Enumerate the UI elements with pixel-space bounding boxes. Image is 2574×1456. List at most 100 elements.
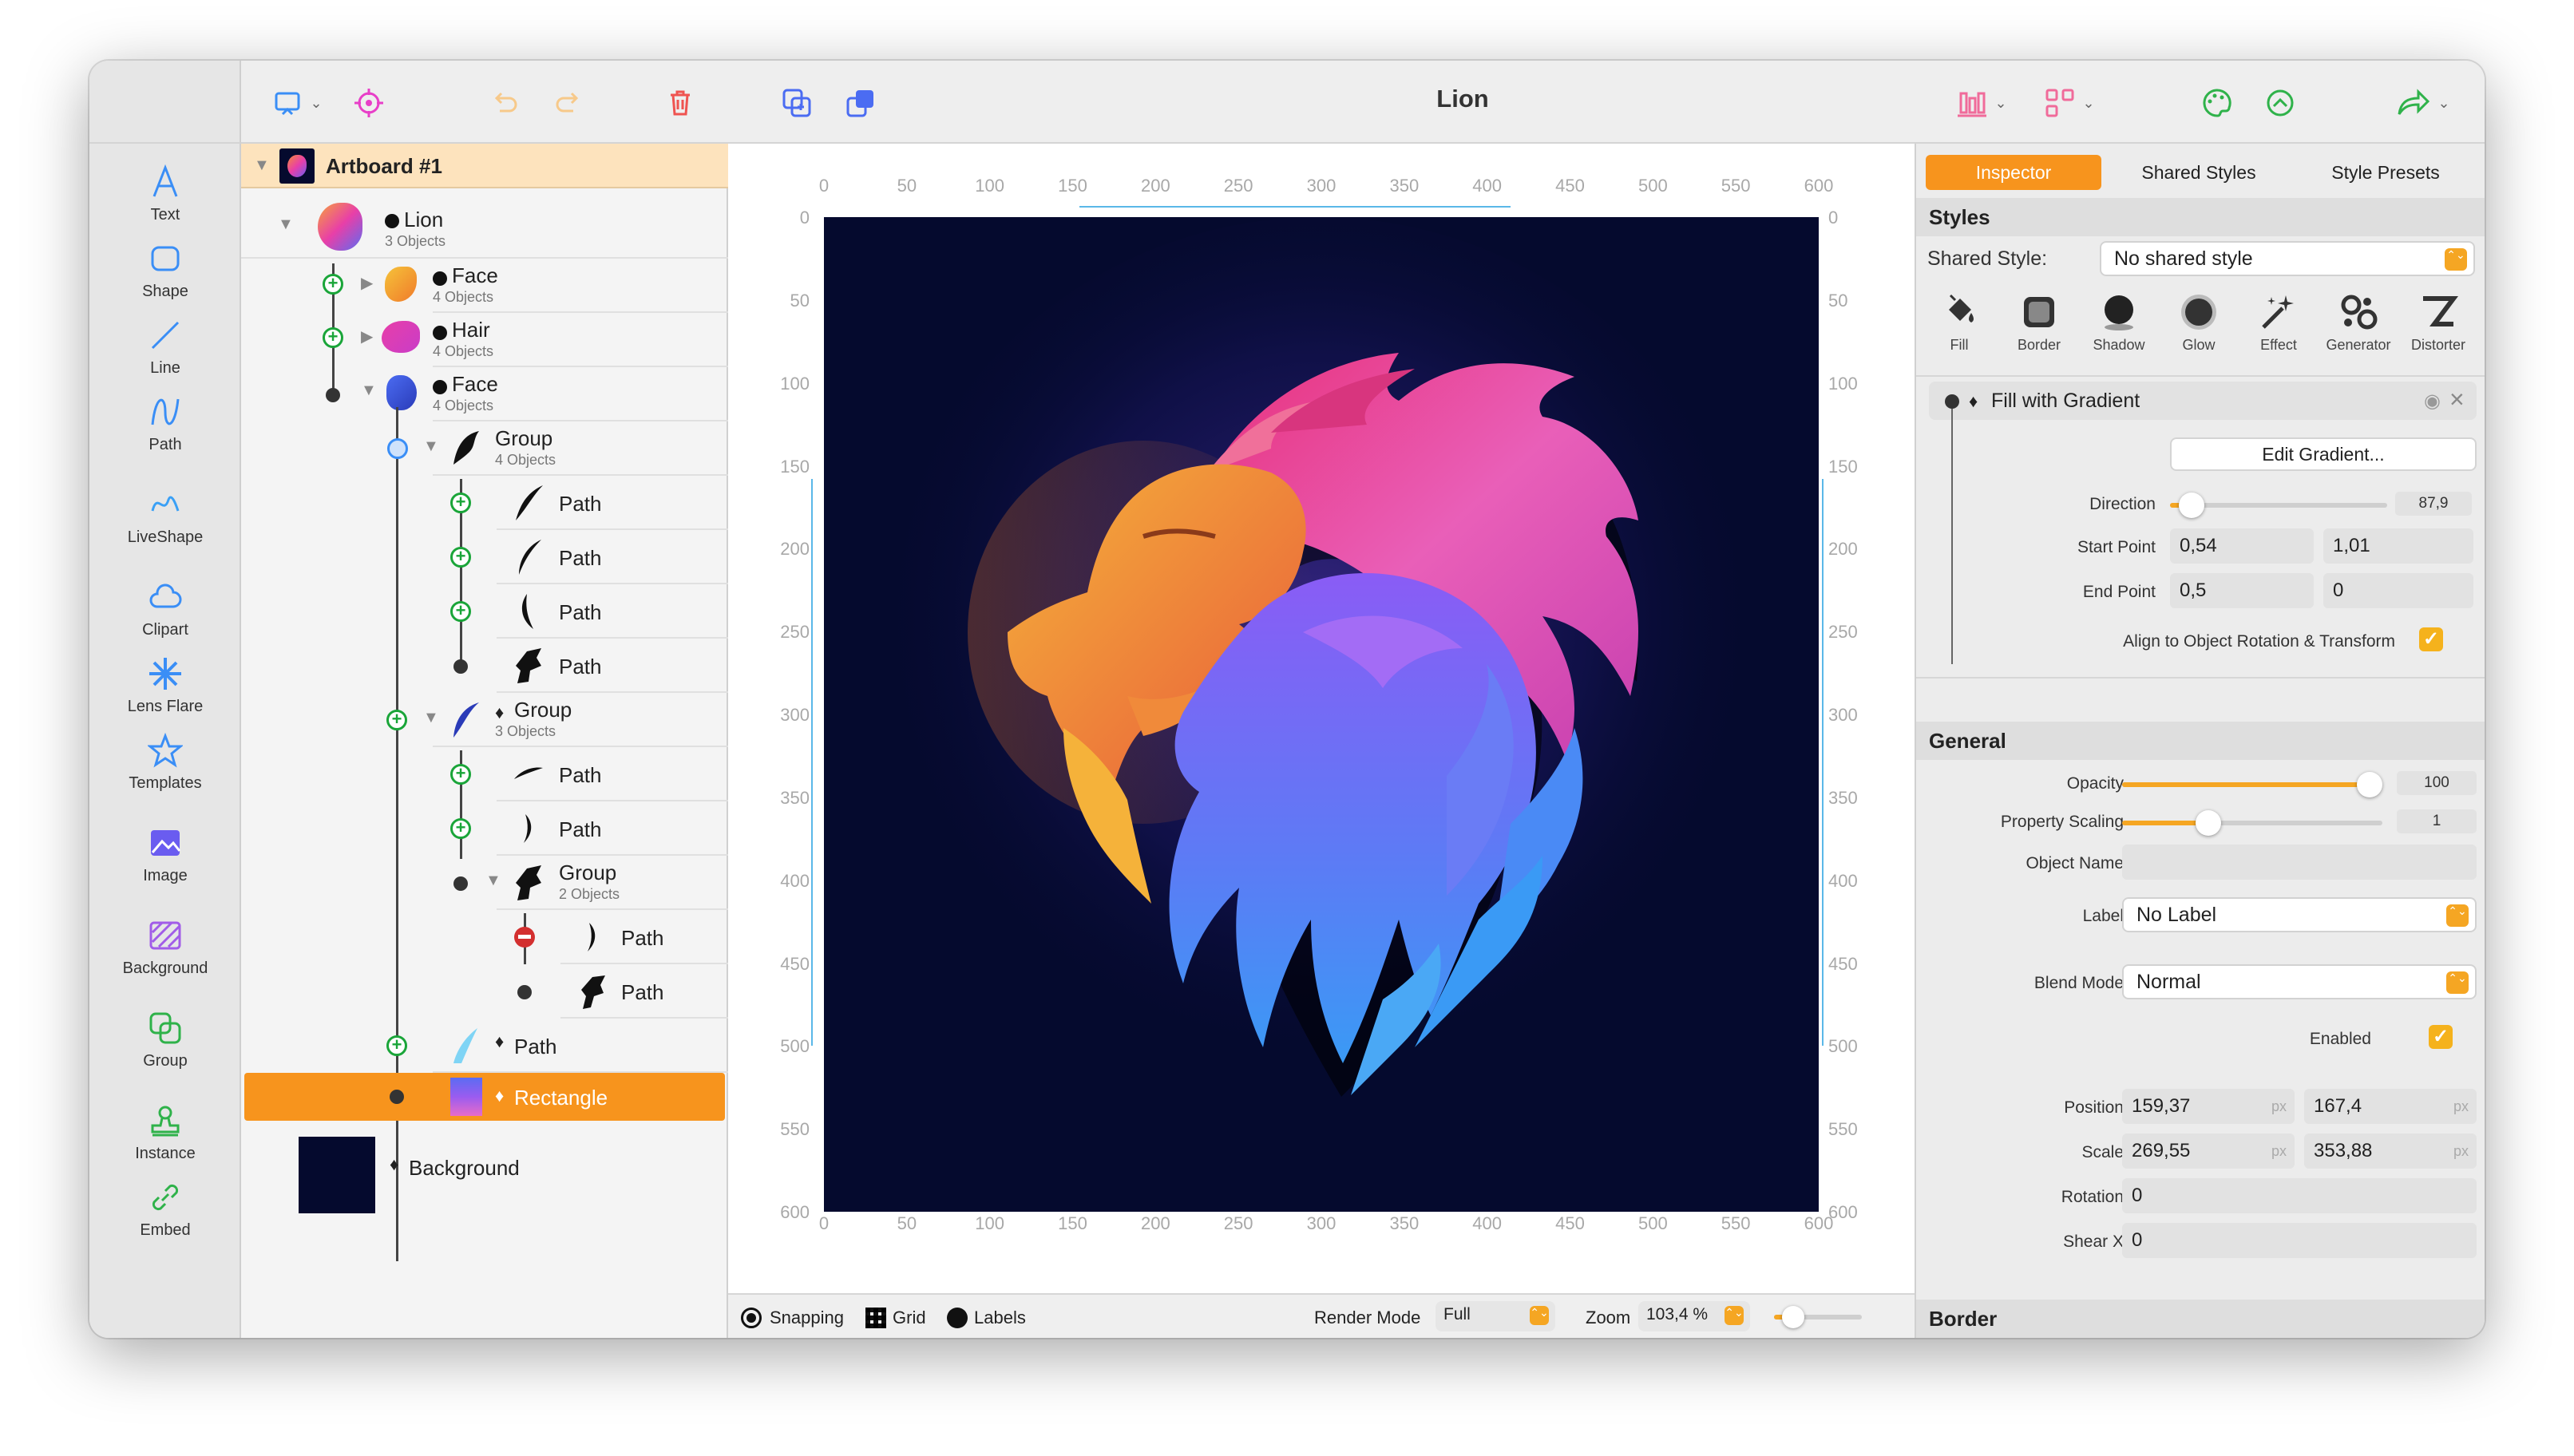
style-generator-button[interactable]: Generator <box>2319 292 2398 354</box>
opacity-slider[interactable] <box>2122 772 2382 797</box>
artboard[interactable] <box>824 217 1819 1212</box>
tool-lens-flare[interactable]: Lens Flare <box>89 651 241 716</box>
fill-enabled-dot[interactable] <box>1945 394 1959 409</box>
label-select[interactable]: No Label ⌃⌄ <box>2122 897 2477 932</box>
disclosure-triangle[interactable]: ▶ <box>361 273 373 293</box>
scaling-knob[interactable] <box>2195 810 2221 836</box>
undo-button[interactable] <box>481 83 529 123</box>
position-y-field[interactable]: 167,4 px <box>2304 1089 2477 1124</box>
color-tools-button[interactable] <box>2256 83 2304 123</box>
tool-path[interactable]: Path <box>89 390 241 454</box>
disclosure-triangle[interactable]: ▼ <box>423 709 439 727</box>
add-icon[interactable]: + <box>450 601 471 622</box>
redo-button[interactable] <box>544 83 592 123</box>
artboard-row[interactable]: ▼ Artboard #1 <box>241 144 728 188</box>
shared-style-select[interactable]: No shared style ⌃⌄ <box>2100 241 2475 276</box>
canvas-area[interactable]: 0 50 100 150 200 250 300 350 400 450 500 550 600 0 50… <box>728 144 1915 1293</box>
tab-shared-styles[interactable]: Shared Styles <box>2111 155 2287 190</box>
rotation-field[interactable]: 0 <box>2122 1178 2477 1213</box>
disclosure-triangle[interactable]: ▼ <box>423 437 439 456</box>
property-scaling-slider[interactable] <box>2122 810 2382 836</box>
end-point-y-field[interactable]: 0 <box>2323 573 2473 608</box>
zoom-select[interactable]: 103,4 % ⌃⌄ <box>1638 1301 1750 1331</box>
scale-y-field[interactable]: 353,88 px <box>2304 1134 2477 1169</box>
target-button[interactable] <box>345 83 393 123</box>
shear-x-field[interactable]: 0 <box>2122 1223 2477 1258</box>
add-icon[interactable]: + <box>450 764 471 785</box>
disclosure-triangle[interactable]: ▼ <box>278 216 294 234</box>
share-button[interactable]: ⌄ <box>2387 83 2459 123</box>
add-icon[interactable]: + <box>450 547 471 568</box>
disclosure-triangle[interactable]: ▼ <box>254 156 270 175</box>
lion-illustration[interactable] <box>824 217 1819 1212</box>
arrange-button[interactable] <box>837 83 885 123</box>
ruler-tick-label: 400 <box>780 870 810 891</box>
tab-style-presets[interactable]: Style Presets <box>2298 155 2473 190</box>
property-scaling-value[interactable]: 1 <box>2397 809 2477 833</box>
style-distorter-button[interactable]: Distorter <box>2398 292 2478 354</box>
style-border-button[interactable]: Border <box>1999 292 2079 354</box>
grid-label[interactable]: Grid <box>893 1308 926 1328</box>
opacity-value[interactable]: 100 <box>2397 771 2477 795</box>
object-name-field[interactable] <box>2122 845 2477 880</box>
layer-row-selected[interactable] <box>244 1073 725 1121</box>
style-shadow-button[interactable]: Shadow <box>2079 292 2159 354</box>
delete-button[interactable] <box>656 83 704 123</box>
tool-templates[interactable]: Templates <box>89 728 241 793</box>
add-icon[interactable]: + <box>323 274 343 295</box>
tool-line[interactable]: Line <box>89 313 241 378</box>
opacity-knob[interactable] <box>2357 772 2382 797</box>
snapping-toggle-icon[interactable] <box>741 1308 762 1328</box>
add-icon[interactable]: + <box>386 710 407 730</box>
add-icon[interactable]: + <box>386 1035 407 1056</box>
trash-icon <box>671 90 690 116</box>
tool-liveshape[interactable]: LiveShape <box>89 482 241 547</box>
tab-inspector[interactable]: Inspector <box>1926 155 2101 190</box>
close-icon[interactable]: × <box>2449 385 2465 414</box>
layer-thumbnail <box>450 1078 482 1116</box>
tool-instance[interactable]: Instance <box>89 1098 241 1163</box>
layer-row[interactable]: ▼ Lion 3 Objects <box>241 188 728 259</box>
labels-label[interactable]: Labels <box>974 1308 1026 1328</box>
grid-icon[interactable] <box>865 1308 886 1328</box>
eye-icon[interactable]: ◉ <box>2424 390 2441 413</box>
align-button[interactable]: ⌄ <box>1950 83 2014 123</box>
distribute-button[interactable]: ⌄ <box>2037 83 2101 123</box>
tool-image[interactable]: Image <box>89 821 241 885</box>
start-point-x-field[interactable]: 0,54 <box>2170 528 2314 564</box>
add-icon[interactable]: + <box>323 327 343 348</box>
tool-clipart[interactable]: Clipart <box>89 575 241 639</box>
end-point-x-field[interactable]: 0,5 <box>2170 573 2314 608</box>
disclosure-triangle[interactable]: ▼ <box>361 382 377 400</box>
duplicate-button[interactable] <box>773 83 821 123</box>
snapping-label[interactable]: Snapping <box>770 1308 844 1328</box>
tool-shape[interactable]: Shape <box>89 236 241 301</box>
style-effect-button[interactable]: Effect <box>2239 292 2319 354</box>
remove-icon[interactable] <box>514 927 535 948</box>
style-glow-button[interactable]: Glow <box>2159 292 2239 354</box>
direction-knob[interactable] <box>2179 493 2205 518</box>
disclosure-triangle[interactable]: ▶ <box>361 326 373 346</box>
enabled-checkbox[interactable]: ✓ <box>2429 1025 2453 1049</box>
palette-button[interactable] <box>2192 83 2240 123</box>
position-x-field[interactable]: 159,37 px <box>2122 1089 2295 1124</box>
labels-toggle-icon[interactable] <box>947 1308 968 1328</box>
tool-embed[interactable]: Embed <box>89 1175 241 1240</box>
align-rotation-checkbox[interactable]: ✓ <box>2419 627 2443 651</box>
scale-x-field[interactable]: 269,55 px <box>2122 1134 2295 1169</box>
direction-slider[interactable] <box>2170 493 2387 518</box>
tool-text[interactable]: Text <box>89 160 241 224</box>
disclosure-triangle[interactable]: ▼ <box>485 872 501 890</box>
tool-group[interactable]: Group <box>89 1006 241 1070</box>
artboard-select-button[interactable]: ⌄ <box>265 83 329 123</box>
add-icon[interactable]: + <box>450 493 471 513</box>
tool-background[interactable]: Background <box>89 913 241 978</box>
start-point-y-field[interactable]: 1,01 <box>2323 528 2473 564</box>
style-fill-button[interactable]: Fill <box>1919 292 1999 354</box>
zoom-slider[interactable] <box>1774 1306 1862 1328</box>
add-icon[interactable]: + <box>450 818 471 839</box>
render-mode-select[interactable]: Full ⌃⌄ <box>1436 1301 1555 1331</box>
direction-value[interactable]: 87,9 <box>2395 492 2472 516</box>
edit-gradient-button[interactable]: Edit Gradient... <box>2170 437 2477 471</box>
blend-mode-select[interactable]: Normal ⌃⌄ <box>2122 964 2477 999</box>
